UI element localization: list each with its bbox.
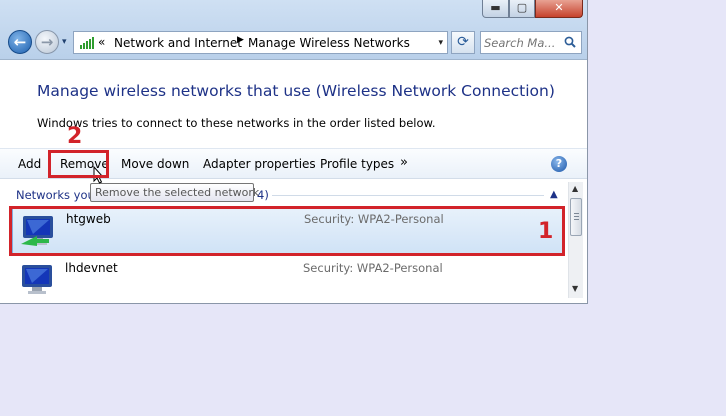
breadcrumb-manage-wireless-networks[interactable]: Manage Wireless Networks — [248, 36, 410, 50]
search-box[interactable] — [480, 31, 582, 54]
maximize-button[interactable]: ▢ — [509, 0, 535, 18]
address-bar[interactable]: « Network and Internet ▶ Manage Wireless… — [73, 31, 448, 54]
remove-tooltip: Remove the selected network — [90, 183, 259, 202]
network-security: Security: WPA2-Personal — [303, 261, 443, 275]
window-chrome: ▬ ▢ ✕ ← → ▾ « Network and Internet ▶ Man… — [0, 0, 587, 60]
move-down-button[interactable]: Move down — [121, 157, 189, 171]
scroll-down-arrow-icon[interactable]: ▼ — [572, 284, 578, 293]
scroll-up-arrow-icon[interactable]: ▲ — [572, 184, 578, 193]
scroll-thumb[interactable] — [570, 198, 582, 236]
forward-button[interactable]: → — [35, 30, 59, 54]
page-title: Manage wireless networks that use (Wirel… — [37, 82, 555, 100]
add-button[interactable]: Add — [18, 157, 41, 171]
arrow-left-icon: ← — [13, 33, 27, 51]
vertical-scrollbar[interactable]: ▲ ▼ — [568, 182, 583, 298]
back-button[interactable]: ← — [8, 30, 32, 54]
search-input[interactable] — [484, 34, 562, 51]
collapse-group-icon[interactable]: ▲ — [550, 189, 558, 200]
annotation-number-2: 2 — [67, 124, 83, 149]
annotation-box-network-row — [9, 206, 565, 256]
network-name: lhdevnet — [65, 261, 118, 275]
network-row-lhdevnet[interactable]: lhdevnet Security: WPA2-Personal — [12, 258, 565, 300]
wireless-network-icon — [22, 265, 52, 294]
recent-pages-dropdown[interactable]: ▾ — [62, 37, 67, 47]
minimize-button[interactable]: ▬ — [482, 0, 509, 18]
profile-types-button[interactable]: Profile types — [320, 157, 394, 171]
search-icon[interactable] — [564, 36, 576, 48]
toolbar-overflow-button[interactable]: » — [400, 155, 408, 170]
breadcrumb-network-and-internet[interactable]: Network and Internet — [114, 36, 242, 50]
annotation-box-remove — [48, 150, 109, 178]
address-dropdown-icon[interactable]: ▾ — [438, 38, 443, 48]
help-icon[interactable]: ? — [551, 156, 567, 172]
group-divider — [272, 195, 544, 196]
close-button[interactable]: ✕ — [535, 0, 583, 18]
scroll-grip-icon — [574, 213, 579, 221]
address-overflow-chevrons[interactable]: « — [98, 35, 105, 49]
breadcrumb-separator[interactable]: ▶ — [237, 35, 244, 45]
arrow-right-icon: → — [40, 33, 54, 51]
adapter-properties-button[interactable]: Adapter properties — [203, 157, 316, 171]
annotation-number-1: 1 — [538, 219, 554, 244]
network-center-icon — [79, 37, 94, 49]
refresh-button[interactable]: ⟳ — [451, 31, 475, 54]
group-header[interactable]: Networks you — [16, 188, 95, 202]
page-description: Windows tries to connect to these networ… — [37, 116, 436, 130]
